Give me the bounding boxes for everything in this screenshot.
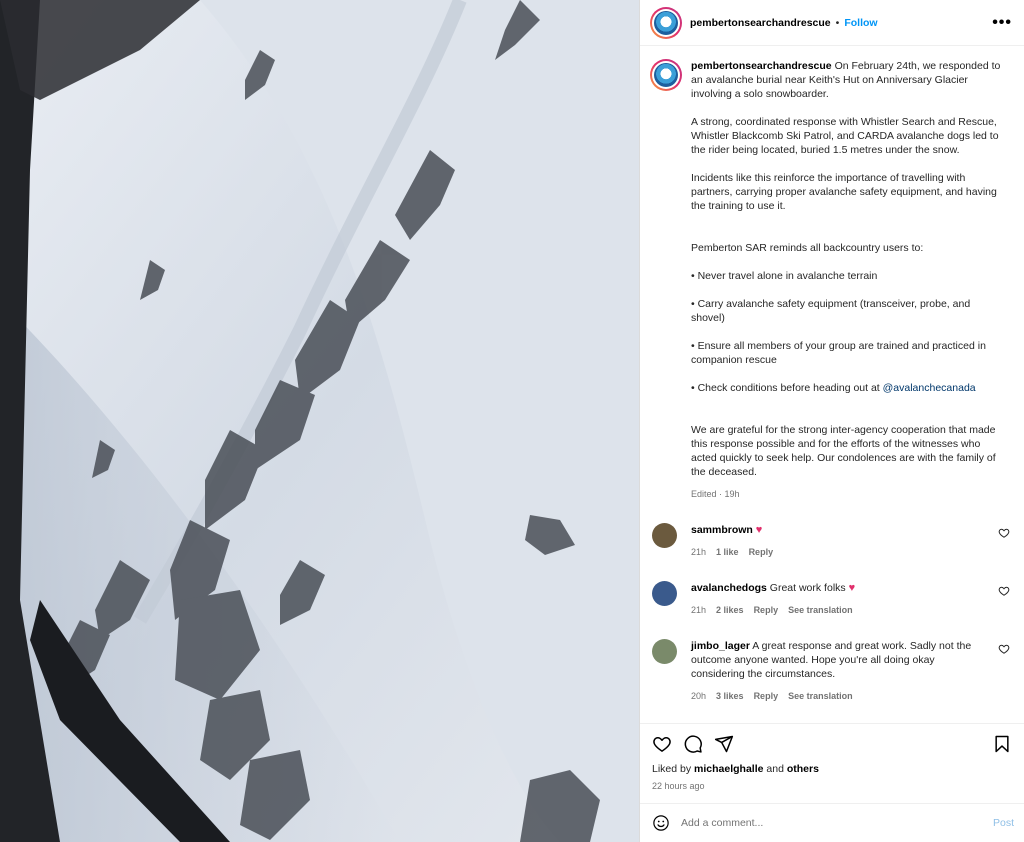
caption-paragraph-5: We are grateful for the strong inter-age… xyxy=(691,424,996,478)
comment-time: 20h xyxy=(691,691,707,701)
post-caption: pembertonsearchandrescue On February 24t… xyxy=(650,59,1012,501)
comment-time: 21h xyxy=(691,547,707,557)
caption-paragraph-3: Incidents like this reinforce the import… xyxy=(691,172,997,212)
commenter-username[interactable]: jimbo_lager xyxy=(691,640,750,652)
mention-link[interactable]: @avalanchecanada xyxy=(883,382,976,394)
comment-body: sammbrown ♥ 21h 1 like Reply xyxy=(691,523,991,559)
comment-reply-button[interactable]: Reply xyxy=(749,545,774,559)
liked-by-others-link[interactable]: others xyxy=(787,763,819,775)
caption-author-avatar[interactable] xyxy=(650,59,682,91)
comment-body: avalanchedogs Great work folks ♥ 21h 2 lik… xyxy=(691,581,991,617)
caption-bullet-text: • Check conditions before heading out at xyxy=(691,382,883,394)
comment-reply-button[interactable]: Reply xyxy=(754,689,779,703)
caption-paragraph-4: Pemberton SAR reminds all backcountry us… xyxy=(691,227,1003,409)
comment-body: jimbo_lager A great response and great w… xyxy=(691,639,991,703)
comments-scroll-area[interactable]: pembertonsearchandrescue On February 24t… xyxy=(640,47,1024,723)
caption-edited-time: Edited · 19h xyxy=(691,489,740,499)
action-icons xyxy=(652,734,1012,754)
comment-like-heart-icon[interactable] xyxy=(998,585,1010,597)
comment-likes-count[interactable]: 3 likes xyxy=(716,689,744,703)
caption-intro: pembertonsearchandrescue On February 24t… xyxy=(691,59,1003,101)
post-timestamp: 22 hours ago xyxy=(652,781,705,791)
heart-emoji-icon: ♥ xyxy=(755,524,763,536)
pemberton-sar-logo-icon xyxy=(654,10,678,35)
post-photo[interactable] xyxy=(0,0,639,842)
comment-like-heart-icon[interactable] xyxy=(998,643,1010,655)
share-paper-plane-icon[interactable] xyxy=(714,734,734,754)
caption-paragraph-2: A strong, coordinated response with Whis… xyxy=(691,116,999,156)
caption-body: pembertonsearchandrescue On February 24t… xyxy=(691,59,1003,501)
comment-meta: 20h 3 likes Reply See translation xyxy=(691,689,991,703)
liked-by-summary: Liked by michaelghalle and others xyxy=(652,763,1012,775)
comment-list: sammbrown ♥ 21h 1 like Reply avalanchedogs G… xyxy=(650,523,1012,723)
instagram-post-viewer: pembertonsearchandrescue • Follow ••• pe… xyxy=(0,0,1024,842)
liked-by-prefix: Liked by xyxy=(652,763,692,775)
post-header: pembertonsearchandrescue • Follow ••• xyxy=(640,0,1024,46)
comment-likes-count[interactable]: 2 likes xyxy=(716,603,744,617)
comment-item: sammbrown ♥ 21h 1 like Reply xyxy=(650,523,1012,559)
comment-meta: 21h 1 like Reply xyxy=(691,545,991,559)
commenter-avatar[interactable] xyxy=(652,639,677,664)
post-comment-button[interactable]: Post xyxy=(993,817,1014,829)
caption-username[interactable]: pembertonsearchandrescue xyxy=(691,60,832,72)
post-side-panel: pembertonsearchandrescue • Follow ••• pe… xyxy=(639,0,1024,842)
comment-meta: 21h 2 likes Reply See translation xyxy=(691,603,991,617)
save-bookmark-icon[interactable] xyxy=(992,734,1012,754)
caption-bullet: • Carry avalanche safety equipment (tran… xyxy=(691,298,971,324)
commenter-avatar[interactable] xyxy=(652,581,677,606)
comment-item: jimbo_lager A great response and great w… xyxy=(650,639,1012,703)
comment-time: 21h xyxy=(691,605,707,615)
more-options-icon[interactable]: ••• xyxy=(992,14,1012,32)
like-heart-icon[interactable] xyxy=(652,734,672,754)
emoji-smiley-icon[interactable] xyxy=(652,814,670,832)
caption-list-intro: Pemberton SAR reminds all backcountry us… xyxy=(691,242,924,254)
comment-like-heart-icon[interactable] xyxy=(998,527,1010,539)
author-avatar[interactable] xyxy=(650,6,682,39)
add-comment-input[interactable] xyxy=(681,817,993,829)
see-translation-button[interactable]: See translation xyxy=(788,603,853,617)
add-comment-bar: Post xyxy=(640,803,1024,842)
follow-button[interactable]: Follow xyxy=(844,17,877,29)
liked-by-user-link[interactable]: michaelghalle xyxy=(694,763,763,775)
pemberton-sar-logo-icon xyxy=(654,63,678,87)
author-username[interactable]: pembertonsearchandrescue xyxy=(690,17,831,29)
commenter-username[interactable]: avalanchedogs xyxy=(691,582,767,594)
caption-bullet: • Check conditions before heading out at… xyxy=(691,381,1003,395)
comment-item: avalanchedogs Great work folks ♥ 21h 2 lik… xyxy=(650,581,1012,617)
aerial-snow-slope-image xyxy=(0,0,639,842)
heart-emoji-icon: ♥ xyxy=(848,582,856,594)
comment-likes-count[interactable]: 1 like xyxy=(716,545,739,559)
commenter-avatar[interactable] xyxy=(652,523,677,548)
comment-reply-button[interactable]: Reply xyxy=(754,603,779,617)
liked-by-and: and xyxy=(766,763,784,775)
header-separator: • xyxy=(835,16,840,29)
caption-bullet: • Never travel alone in avalanche terrai… xyxy=(691,270,878,282)
caption-bullet: • Ensure all members of your group are t… xyxy=(691,340,986,366)
comment-bubble-icon[interactable] xyxy=(683,734,703,754)
commenter-username[interactable]: sammbrown xyxy=(691,524,753,536)
post-actions: Liked by michaelghalle and others 22 hou… xyxy=(640,723,1024,803)
comment-text: Great work folks xyxy=(769,582,846,594)
see-translation-button[interactable]: See translation xyxy=(788,689,853,703)
